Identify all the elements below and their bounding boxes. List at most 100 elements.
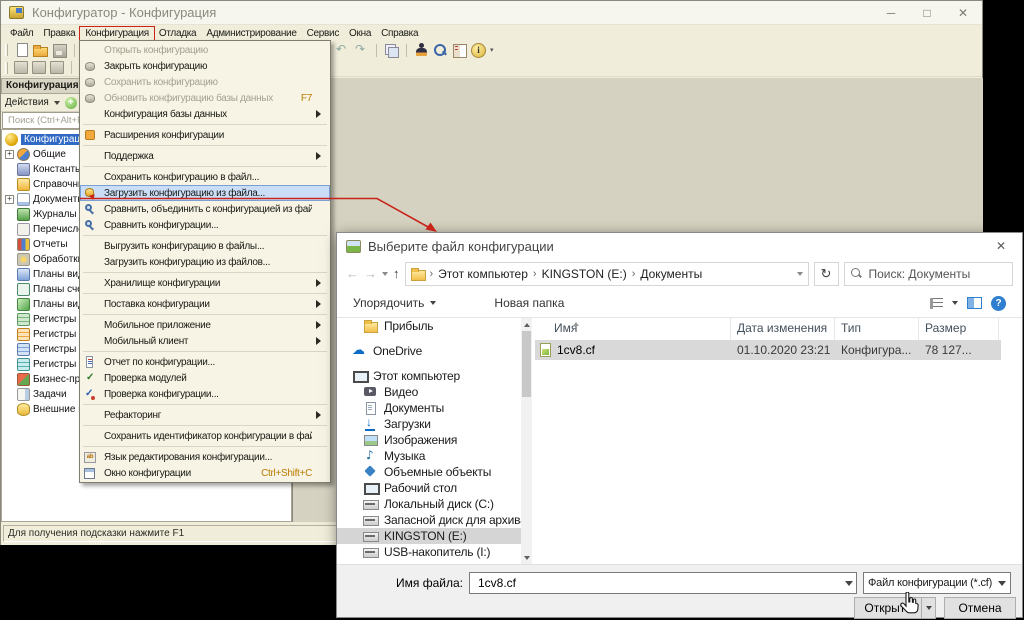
nav-item[interactable]: Прибыль — [337, 318, 521, 334]
nav-item[interactable]: Документы — [337, 400, 521, 416]
menu-item[interactable]: Расширения конфигурации — [80, 127, 330, 143]
menu-item[interactable]: Обновить конфигурацию базы данныхF7 — [80, 90, 330, 106]
menu-item[interactable]: Сохранить идентификатор конфигурации в ф… — [80, 428, 330, 444]
nav-item[interactable]: Музыка — [337, 448, 521, 464]
history-dropdown-icon[interactable] — [382, 272, 388, 279]
syntax-help-icon[interactable] — [452, 43, 467, 57]
menu-item[interactable]: Конфигурация базы данных — [80, 106, 330, 122]
menubar-item[interactable]: Отладка — [154, 27, 201, 40]
menu-item[interactable]: Закрыть конфигурацию — [80, 58, 330, 74]
breadcrumb-segment[interactable]: Документы — [640, 267, 702, 281]
title-bar[interactable]: Конфигуратор - Конфигурация ─ □ ✕ — [1, 1, 982, 25]
search-box[interactable] — [844, 262, 1014, 286]
cancel-button[interactable]: Отмена — [944, 597, 1016, 619]
nav-item[interactable]: Этот компьютер — [337, 368, 521, 384]
close-icon[interactable]: ✕ — [952, 6, 974, 20]
toolbar-grip[interactable] — [5, 44, 8, 56]
scroll-down-icon[interactable] — [521, 553, 532, 564]
nav-item[interactable]: OneDrive — [337, 343, 521, 359]
menubar-item[interactable]: Конфигурация — [80, 27, 154, 40]
scroll-up-icon[interactable] — [521, 318, 532, 329]
filename-combobox[interactable] — [469, 572, 857, 594]
maximize-icon[interactable]: □ — [916, 6, 938, 20]
menu-item[interactable]: Язык редактирования конфигурации... — [80, 449, 330, 465]
nav-item[interactable]: USB-накопитель (I:) — [337, 544, 521, 560]
configurator-user-icon[interactable] — [414, 43, 429, 57]
menubar-item[interactable]: Справка — [376, 27, 423, 40]
menu-item[interactable]: Мобильный клиент — [80, 333, 330, 349]
expand-icon[interactable]: + — [5, 195, 14, 204]
nav-scrollbar[interactable] — [521, 318, 532, 564]
dialog-title-bar[interactable]: Выберите файл конфигурации ✕ — [337, 233, 1022, 259]
up-icon[interactable]: ↑ — [393, 267, 400, 280]
menu-item[interactable]: Поддержка — [80, 148, 330, 164]
nav-item[interactable]: Объемные объекты — [337, 464, 521, 480]
refresh-icon[interactable]: ↻ — [814, 262, 839, 286]
open-config-icon[interactable] — [14, 61, 28, 74]
dialog-close-icon[interactable]: ✕ — [989, 239, 1013, 253]
menubar-item[interactable]: Окна — [344, 27, 376, 40]
forward-icon[interactable]: → — [364, 267, 377, 280]
menu-item[interactable]: Рефакторинг — [80, 407, 330, 423]
open-button[interactable]: Открыть — [854, 597, 936, 619]
column-header[interactable]: Тип — [835, 318, 919, 340]
column-header[interactable]: Размер — [919, 318, 999, 340]
breadcrumb[interactable]: ›Этот компьютер›KINGSTON (E:)›Документы — [405, 262, 809, 286]
menubar-item[interactable]: Файл — [5, 27, 38, 40]
preview-pane-icon[interactable] — [967, 297, 982, 309]
column-header[interactable]: Дата изменения — [731, 318, 835, 340]
open-dropdown-icon[interactable] — [922, 603, 935, 613]
filetype-combobox[interactable]: Файл конфигурации (*.cf) — [863, 572, 1011, 594]
minimize-icon[interactable]: ─ — [880, 6, 902, 20]
nav-item[interactable]: KINGSTON (E:) — [337, 528, 521, 544]
info-icon[interactable] — [471, 43, 486, 57]
menubar-item[interactable]: Сервис — [302, 27, 344, 40]
nav-item[interactable]: Видео — [337, 384, 521, 400]
nav-item[interactable]: Загрузки — [337, 416, 521, 432]
new-folder-button[interactable]: Новая папка — [494, 296, 564, 310]
menu-item[interactable]: Открыть конфигурацию — [80, 42, 330, 58]
nav-item[interactable]: Запасной диск для архива — [337, 512, 521, 528]
new-file-icon[interactable] — [14, 43, 29, 57]
add-icon[interactable]: + — [65, 97, 77, 109]
menu-item[interactable]: Сравнить конфигурации... — [80, 217, 330, 233]
nav-item[interactable]: Изображения — [337, 432, 521, 448]
organize-button[interactable]: Упорядочить — [353, 296, 424, 310]
toolbar-overflow-icon[interactable]: ▾ — [490, 46, 497, 54]
menu-item[interactable]: Сохранить конфигурацию — [80, 74, 330, 90]
column-header[interactable]: Имя — [533, 318, 731, 340]
save-config-icon[interactable] — [32, 61, 46, 74]
menu-item[interactable]: Проверка конфигурации... — [80, 386, 330, 402]
nav-item[interactable]: Локальный диск (C:) — [337, 496, 521, 512]
search-input[interactable] — [867, 266, 1007, 282]
breadcrumb-segment[interactable]: Этот компьютер — [438, 267, 528, 281]
menu-item[interactable]: Сравнить, объединить с конфигурацией из … — [80, 201, 330, 217]
menu-item[interactable]: Проверка модулей — [80, 370, 330, 386]
menu-item[interactable]: Выгрузить конфигурацию в файлы... — [80, 238, 330, 254]
menubar-item[interactable]: Правка — [38, 27, 80, 40]
toolbar-grip[interactable] — [5, 62, 8, 74]
menubar-item[interactable]: Администрирование — [201, 27, 301, 40]
scrollbar-thumb[interactable] — [522, 331, 531, 397]
menu-item[interactable]: Загрузить конфигурацию из файла... — [80, 185, 330, 201]
actions-menu[interactable]: Действия — [5, 97, 49, 108]
file-row[interactable]: 1cv8.cf01.10.2020 23:21Конфигура...78 12… — [535, 340, 1001, 360]
chevron-down-icon[interactable] — [845, 581, 853, 590]
nav-item[interactable]: Рабочий стол — [337, 480, 521, 496]
search-help-icon[interactable] — [433, 43, 448, 57]
list-view-icon[interactable] — [930, 298, 943, 309]
filename-input[interactable] — [476, 575, 845, 591]
menu-item[interactable]: Отчет по конфигурации... — [80, 354, 330, 370]
back-icon[interactable]: ← — [346, 267, 359, 280]
breadcrumb-dropdown-icon[interactable] — [797, 272, 803, 279]
menu-item[interactable]: Хранилище конфигурации — [80, 275, 330, 291]
breadcrumb-segment[interactable]: KINGSTON (E:) — [542, 267, 627, 281]
menu-item[interactable]: Сохранить конфигурацию в файл... — [80, 169, 330, 185]
copy-icon[interactable] — [384, 43, 399, 57]
menu-item[interactable]: Окно конфигурацииCtrl+Shift+C — [80, 465, 330, 481]
menu-item[interactable]: Поставка конфигурации — [80, 296, 330, 312]
db-config-icon[interactable] — [50, 61, 64, 74]
menu-item[interactable]: Мобильное приложение — [80, 317, 330, 333]
menu-item[interactable]: Загрузить конфигурацию из файлов... — [80, 254, 330, 270]
help-icon[interactable]: ? — [991, 296, 1006, 311]
